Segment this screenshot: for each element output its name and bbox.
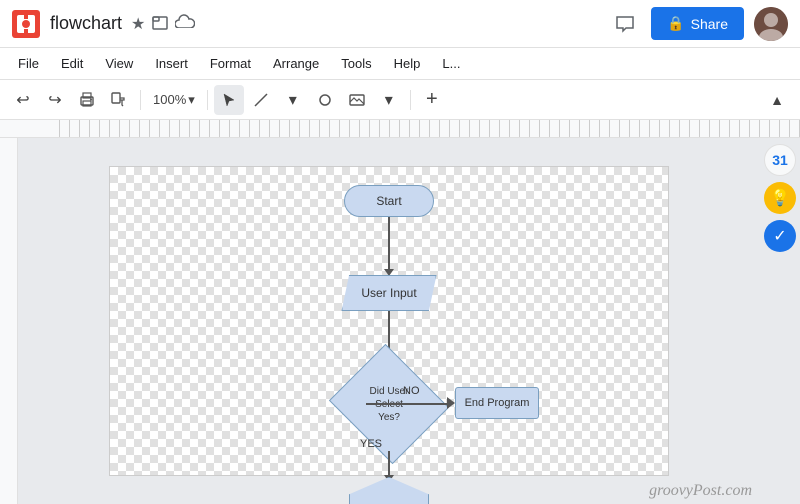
main-area: Start User Input Did User Sele [0, 138, 800, 504]
menu-format[interactable]: Format [200, 52, 261, 75]
shape-button[interactable] [310, 85, 340, 115]
fc-no-arrowhead [447, 397, 455, 409]
lightbulb-icon[interactable]: 💡 [764, 182, 796, 214]
redo-button[interactable]: ↪ [40, 85, 70, 115]
menu-insert[interactable]: Insert [145, 52, 198, 75]
zoom-level: 100% [153, 92, 186, 107]
fc-start-label: Start [376, 194, 401, 208]
separator-3 [410, 90, 411, 110]
add-button[interactable]: + [417, 85, 447, 115]
zoom-chevron-icon: ▾ [188, 92, 195, 108]
fc-pentagon-shape[interactable] [349, 477, 429, 504]
ruler [0, 120, 800, 138]
toolbar: ↩ ↪ 100% ▾ ▾ [0, 80, 800, 120]
line-button[interactable] [246, 85, 276, 115]
fc-end-program-label: End Program [465, 397, 530, 409]
menu-edit[interactable]: Edit [51, 52, 93, 75]
right-sidebar: 31 💡 ✓ [760, 138, 800, 504]
title-bar: flowchart ★ 🔒 Share [0, 0, 800, 48]
menu-bar: File Edit View Insert Format Arrange Too… [0, 48, 800, 80]
ruler-inner [50, 120, 800, 137]
drawing-canvas[interactable]: Start User Input Did User Sele [109, 166, 669, 476]
zoom-dropdown[interactable]: 100% ▾ [147, 88, 201, 112]
star-icon[interactable]: ★ [131, 14, 145, 34]
menu-more[interactable]: L... [432, 52, 470, 75]
share-button[interactable]: 🔒 Share [651, 7, 744, 40]
comment-button[interactable] [607, 6, 643, 42]
fc-user-input-label: User Input [361, 286, 416, 300]
checkmark-icon[interactable]: ✓ [764, 220, 796, 252]
fc-start-shape[interactable]: Start [344, 185, 434, 217]
canvas-area[interactable]: Start User Input Did User Sele [18, 138, 760, 504]
fc-no-label: NO [403, 385, 420, 397]
cloud-icon [175, 14, 195, 33]
paint-format-button[interactable] [104, 85, 134, 115]
doc-title[interactable]: flowchart [50, 13, 122, 34]
arrow-start-to-input [384, 217, 394, 276]
menu-arrange[interactable]: Arrange [263, 52, 329, 75]
user-avatar[interactable] [754, 7, 788, 41]
vertical-ruler [0, 138, 18, 504]
drive-icon [151, 14, 169, 32]
line-dropdown-button[interactable]: ▾ [278, 85, 308, 115]
separator-2 [207, 90, 208, 110]
menu-help[interactable]: Help [384, 52, 431, 75]
separator-1 [140, 90, 141, 110]
menu-file[interactable]: File [8, 52, 49, 75]
fc-user-input-shape[interactable]: User Input [342, 275, 437, 311]
print-button[interactable] [72, 85, 102, 115]
select-button[interactable] [214, 85, 244, 115]
image-dropdown-button[interactable]: ▾ [374, 85, 404, 115]
app-icon [12, 10, 40, 38]
menu-tools[interactable]: Tools [331, 52, 381, 75]
fc-end-program-shape[interactable]: End Program [455, 387, 539, 419]
fc-no-arrow-line [366, 403, 451, 405]
undo-button[interactable]: ↩ [8, 85, 38, 115]
lock-icon: 🔒 [667, 15, 684, 32]
calendar-icon[interactable]: 31 [764, 144, 796, 176]
menu-view[interactable]: View [95, 52, 143, 75]
collapse-toolbar-button[interactable]: ▲ [762, 85, 792, 115]
watermark: groovyPost.com [649, 482, 752, 500]
image-button[interactable] [342, 85, 372, 115]
fc-yes-label: YES [360, 438, 382, 450]
